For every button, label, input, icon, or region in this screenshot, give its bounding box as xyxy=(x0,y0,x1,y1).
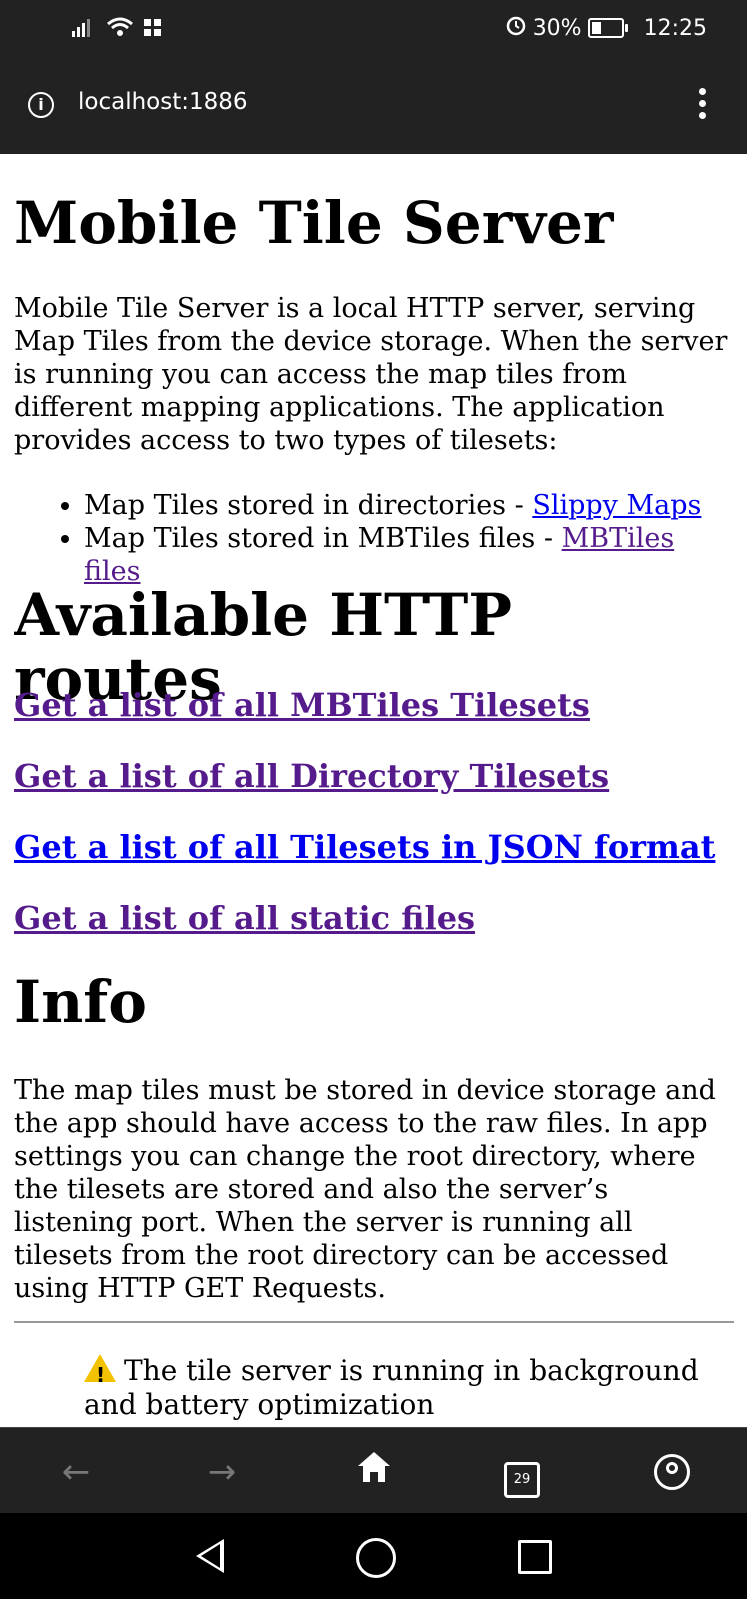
route-directory-link[interactable]: Get a list of all Directory Tilesets xyxy=(14,757,609,795)
route-mbtiles-link[interactable]: Get a list of all MBTiles Tilesets xyxy=(14,686,590,724)
account-icon[interactable] xyxy=(650,1450,694,1494)
clock-time: 12:25 xyxy=(643,15,707,41)
info-paragraph: The map tiles must be stored in device s… xyxy=(14,1075,716,1304)
warning-paragraph: The tile server is running in background… xyxy=(84,1354,724,1422)
status-left-icons xyxy=(72,16,162,44)
browser-toolbar: ← → 29 xyxy=(0,1427,747,1514)
slippy-maps-link[interactable]: Slippy Maps xyxy=(532,490,701,521)
address-bar: i localhost:1886 xyxy=(0,56,747,154)
overflow-menu-icon[interactable] xyxy=(699,88,707,124)
tab-count: 29 xyxy=(504,1462,540,1498)
status-bar: 30% 12:25 xyxy=(0,0,747,56)
tab-switcher-button[interactable]: 29 xyxy=(500,1450,544,1498)
battery-percent: 30% xyxy=(532,15,582,41)
list-item: Map Tiles stored in MBTiles files - MBTi… xyxy=(84,522,734,588)
list-item: Map Tiles stored in directories - Slippy… xyxy=(84,489,734,522)
intro-paragraph: Mobile Tile Server is a local HTTP serve… xyxy=(14,293,728,456)
url-field[interactable]: localhost:1886 xyxy=(78,89,248,115)
route-static-files-link[interactable]: Get a list of all static files xyxy=(14,899,475,937)
nav-home-icon[interactable] xyxy=(356,1538,396,1578)
system-nav-bar xyxy=(0,1513,747,1599)
info-heading: Info xyxy=(14,968,147,1036)
route-json-link[interactable]: Get a list of all Tilesets in JSON forma… xyxy=(14,828,715,866)
nav-back-icon[interactable] xyxy=(196,1539,224,1573)
alarm-icon xyxy=(505,14,527,42)
signal-icon xyxy=(72,17,96,43)
app-grid-icon xyxy=(144,18,162,43)
divider xyxy=(14,1321,734,1323)
page-title: Mobile Tile Server xyxy=(14,189,614,257)
status-right: 30% 12:25 xyxy=(505,14,707,42)
tileset-types-list: Map Tiles stored in directories - Slippy… xyxy=(54,489,734,588)
warning-icon xyxy=(84,1354,116,1392)
site-info-icon[interactable]: i xyxy=(28,92,54,118)
battery-icon xyxy=(587,18,628,38)
page-content: Mobile Tile Server Mobile Tile Server is… xyxy=(14,154,734,1427)
back-arrow-icon[interactable]: ← xyxy=(54,1450,98,1494)
nav-recents-icon[interactable] xyxy=(518,1540,552,1574)
forward-arrow-icon[interactable]: → xyxy=(200,1450,244,1494)
wifi-icon xyxy=(106,16,134,44)
home-icon[interactable] xyxy=(352,1450,396,1494)
